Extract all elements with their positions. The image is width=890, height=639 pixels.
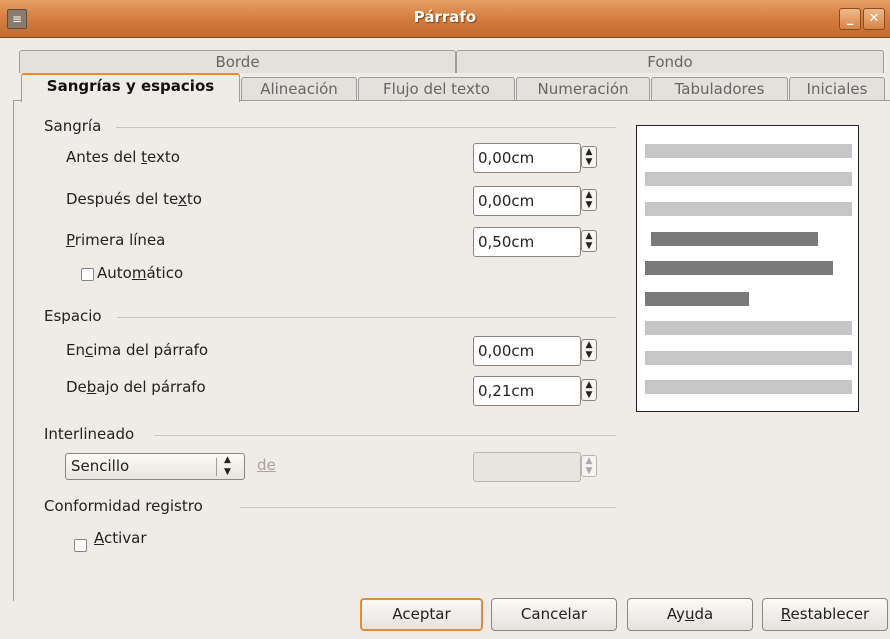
tab-borde[interactable]: Borde bbox=[19, 50, 456, 73]
tab-numeracion[interactable]: Numeración bbox=[516, 77, 650, 100]
below-paragraph-label: Debajo del párrafo bbox=[66, 378, 206, 396]
preview-line bbox=[645, 172, 852, 186]
first-line-label: Primera línea bbox=[66, 231, 166, 249]
paragraph-preview bbox=[636, 125, 859, 412]
tab-sangrias-y-espacios[interactable]: Sangrías y espacios bbox=[21, 73, 240, 102]
title-bar: ≡ Párrafo _ ✕ bbox=[0, 0, 890, 38]
spacing-section-label: Espacio bbox=[44, 307, 102, 325]
window-title: Párrafo bbox=[413, 8, 477, 26]
automatic-label[interactable]: Automático bbox=[97, 264, 183, 282]
select-separator bbox=[216, 458, 217, 476]
tab-fondo[interactable]: Fondo bbox=[456, 50, 884, 73]
line-spacing-value-spinner[interactable]: ▲ ▼ bbox=[473, 452, 598, 482]
cancel-button[interactable]: Cancelar bbox=[491, 598, 617, 631]
line-spacing-value-input[interactable] bbox=[473, 452, 581, 482]
above-paragraph-label: Encima del párrafo bbox=[66, 341, 209, 359]
after-text-stepper[interactable]: ▲ ▼ bbox=[581, 189, 597, 211]
reset-button[interactable]: Restablecer bbox=[762, 598, 888, 631]
above-paragraph-input[interactable]: 0,00cm bbox=[473, 336, 581, 366]
first-line-spinner[interactable]: 0,50cm ▲ ▼ bbox=[473, 227, 598, 257]
preview-line bbox=[645, 144, 852, 158]
after-text-input[interactable]: 0,00cm bbox=[473, 186, 581, 216]
tab-flujo-del-texto[interactable]: Flujo del texto bbox=[358, 77, 515, 100]
before-text-label: Antes del texto bbox=[66, 148, 180, 166]
first-line-input[interactable]: 0,50cm bbox=[473, 227, 581, 257]
below-paragraph-stepper[interactable]: ▲ ▼ bbox=[581, 379, 597, 401]
line-spacing-divider bbox=[154, 435, 616, 436]
before-text-spinner[interactable]: 0,00cm ▲ ▼ bbox=[473, 143, 598, 173]
register-section-label: Conformidad registro bbox=[44, 497, 203, 515]
line-spacing-selected: Sencillo bbox=[71, 457, 130, 475]
minimize-button[interactable]: _ bbox=[839, 8, 861, 30]
before-text-input[interactable]: 0,00cm bbox=[473, 143, 581, 173]
preview-line bbox=[645, 321, 852, 335]
preview-line bbox=[645, 380, 852, 394]
automatic-checkbox[interactable] bbox=[81, 268, 94, 281]
preview-line bbox=[645, 202, 852, 216]
of-label: de bbox=[257, 456, 276, 474]
preview-line-current bbox=[651, 232, 818, 246]
below-paragraph-spinner[interactable]: 0,21cm ▲ ▼ bbox=[473, 376, 598, 406]
close-button[interactable]: ✕ bbox=[863, 8, 885, 30]
preview-line-current bbox=[645, 292, 749, 306]
register-divider bbox=[240, 507, 616, 508]
spacing-divider bbox=[117, 317, 616, 318]
tab-iniciales[interactable]: Iniciales bbox=[789, 77, 885, 100]
above-paragraph-stepper[interactable]: ▲ ▼ bbox=[581, 339, 597, 361]
activate-label[interactable]: Activar bbox=[94, 529, 147, 547]
indent-divider bbox=[116, 127, 616, 128]
preview-line bbox=[645, 351, 852, 365]
ok-button[interactable]: Aceptar bbox=[360, 598, 483, 631]
first-line-stepper[interactable]: ▲ ▼ bbox=[581, 230, 597, 252]
tab-alineacion[interactable]: Alineación bbox=[241, 77, 357, 100]
select-arrows-icon: ▲ ▼ bbox=[224, 455, 231, 477]
after-text-label: Después del texto bbox=[66, 190, 202, 208]
help-button[interactable]: Ayuda bbox=[627, 598, 753, 631]
above-paragraph-spinner[interactable]: 0,00cm ▲ ▼ bbox=[473, 336, 598, 366]
line-spacing-select[interactable]: Sencillo ▲ ▼ bbox=[65, 453, 245, 480]
activate-checkbox[interactable] bbox=[74, 539, 87, 552]
indent-section-label: Sangría bbox=[44, 117, 102, 135]
line-spacing-section-label: Interlineado bbox=[44, 425, 135, 443]
line-spacing-value-stepper[interactable]: ▲ ▼ bbox=[581, 455, 597, 477]
preview-line-current bbox=[645, 261, 833, 275]
before-text-stepper[interactable]: ▲ ▼ bbox=[581, 146, 597, 168]
below-paragraph-input[interactable]: 0,21cm bbox=[473, 376, 581, 406]
after-text-spinner[interactable]: 0,00cm ▲ ▼ bbox=[473, 186, 598, 216]
tab-tabuladores[interactable]: Tabuladores bbox=[651, 77, 788, 100]
